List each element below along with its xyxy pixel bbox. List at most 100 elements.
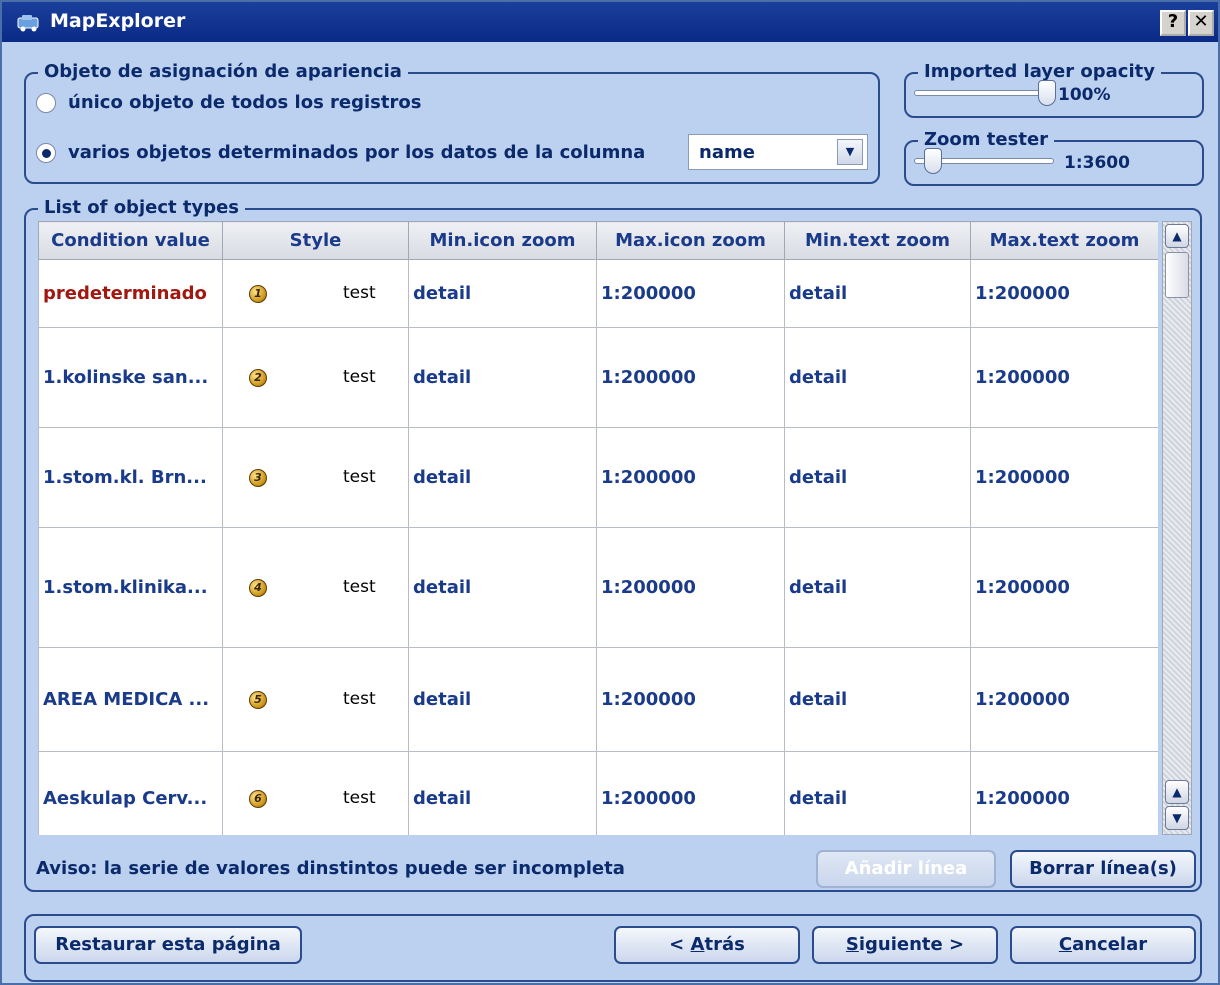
style-badge-icon: 6 [249, 789, 267, 808]
min-icon-zoom-cell[interactable]: detail [408, 527, 597, 648]
style-cell[interactable]: 3 test [222, 427, 409, 528]
table-row[interactable]: Aeskulap Cerv... 6 test detail 1:200000 detai… [38, 751, 1158, 835]
max-icon-zoom-cell[interactable]: 1:200000 [596, 527, 785, 648]
col-max-icon-zoom[interactable]: Max.icon zoom [596, 221, 785, 260]
col-style[interactable]: Style [222, 221, 409, 260]
max-text-zoom-cell[interactable]: 1:200000 [970, 647, 1158, 752]
min-text-zoom-cell[interactable]: detail [784, 427, 971, 528]
next-label-rest: iguiente > [858, 934, 965, 955]
min-icon-zoom-cell[interactable]: detail [408, 259, 597, 328]
scroll-down-icon[interactable]: ▼ [1165, 806, 1189, 830]
min-icon-zoom-cell[interactable]: detail [408, 647, 597, 752]
col-min-icon-zoom[interactable]: Min.icon zoom [408, 221, 597, 260]
max-text-zoom-cell[interactable]: 1:200000 [970, 751, 1158, 835]
zoom-tester-group: Zoom tester 1:3600 [904, 129, 1204, 186]
min-text-zoom-cell[interactable]: detail [784, 259, 971, 328]
option-single-row[interactable]: único objeto de todos los registros [36, 92, 421, 113]
table-scrollbar[interactable]: ▲ ▲ ▼ [1162, 221, 1192, 835]
min-text-zoom-cell[interactable]: detail [784, 647, 971, 752]
opacity-slider-thumb[interactable] [1038, 80, 1056, 106]
style-badge-icon: 5 [249, 690, 267, 709]
map-explorer-icon [17, 15, 39, 32]
min-icon-zoom-cell[interactable]: detail [408, 327, 597, 428]
option-multiple-row[interactable]: varios objetos determinados por los dato… [36, 142, 645, 163]
back-prefix: < [669, 934, 691, 955]
style-cell[interactable]: 5 test [222, 647, 409, 752]
opacity-value: 100% [1058, 85, 1111, 105]
zoom-slider-thumb[interactable] [923, 148, 942, 174]
max-icon-zoom-cell[interactable]: 1:200000 [596, 647, 785, 752]
min-text-zoom-cell[interactable]: detail [784, 751, 971, 835]
scroll-thumb[interactable] [1165, 252, 1189, 298]
style-name: test [343, 787, 376, 808]
appearance-group: Objeto de asignación de apariencia único… [24, 61, 880, 184]
style-cell[interactable]: 2 test [222, 327, 409, 428]
table-row[interactable]: predeterminado 1 test detail 1:200000 detail 1… [38, 259, 1158, 328]
style-badge-icon: 3 [249, 468, 267, 487]
close-button[interactable]: ✕ [1188, 10, 1214, 36]
next-hotkey: S [845, 934, 859, 955]
condition-value-cell[interactable]: AREA MEDICA ... [38, 647, 223, 752]
delete-lines-button[interactable]: Borrar línea(s) [1010, 850, 1196, 888]
condition-value-cell[interactable]: Aeskulap Cerv... [38, 751, 223, 835]
wizard-window: MapExplorer ? ✕ Objeto de asignación de … [0, 0, 1220, 985]
cancel-button[interactable]: Cancelar [1010, 926, 1196, 964]
style-cell[interactable]: 4 test [222, 527, 409, 648]
style-name: test [343, 282, 376, 303]
opacity-legend: Imported layer opacity [918, 61, 1161, 82]
table-row[interactable]: 1.stom.kl. Brn... 3 test detail 1:200000 deta… [38, 427, 1158, 528]
table-row[interactable]: AREA MEDICA ... 5 test detail 1:200000 detail… [38, 647, 1158, 752]
max-text-zoom-cell[interactable]: 1:200000 [970, 527, 1158, 648]
option-multiple-radio[interactable] [36, 142, 56, 163]
table-row[interactable]: 1.stom.klinika... 4 test detail 1:200000 deta… [38, 527, 1158, 648]
back-label-rest: trás [704, 934, 745, 955]
add-line-button[interactable]: Añadir línea [816, 850, 996, 888]
condition-value-cell[interactable]: 1.stom.kl. Brn... [38, 427, 223, 528]
min-icon-zoom-cell[interactable]: detail [408, 751, 597, 835]
back-hotkey: A [690, 934, 705, 955]
table-header: Condition value Style Min.icon zoom Max.… [38, 221, 1158, 260]
max-icon-zoom-cell[interactable]: 1:200000 [596, 751, 785, 835]
max-text-zoom-cell[interactable]: 1:200000 [970, 427, 1158, 528]
help-button[interactable]: ? [1160, 10, 1186, 36]
table-row[interactable]: 1.kolinske san... 2 test detail 1:200000 deta… [38, 327, 1158, 428]
cancel-label-rest: ancelar [1072, 934, 1148, 955]
scroll-up-small-icon[interactable]: ▲ [1165, 780, 1189, 804]
style-badge-icon: 2 [249, 368, 267, 387]
col-condition-value[interactable]: Condition value [38, 221, 223, 260]
max-icon-zoom-cell[interactable]: 1:200000 [596, 259, 785, 328]
condition-value-cell[interactable]: 1.stom.klinika... [38, 527, 223, 648]
max-icon-zoom-cell[interactable]: 1:200000 [596, 327, 785, 428]
option-single-label: único objeto de todos los registros [68, 92, 422, 113]
col-max-text-zoom[interactable]: Max.text zoom [970, 221, 1158, 260]
style-cell[interactable]: 1 test [222, 259, 409, 328]
next-button[interactable]: Siguiente > [812, 926, 998, 964]
condition-value-cell[interactable]: predeterminado [38, 259, 223, 328]
style-name: test [343, 366, 376, 387]
opacity-slider-track[interactable] [914, 90, 1046, 96]
object-types-table: Condition value Style Min.icon zoom Max.… [38, 221, 1158, 835]
title-bar[interactable]: MapExplorer ? ✕ [2, 2, 1218, 42]
condition-value-cell[interactable]: 1.kolinske san... [38, 327, 223, 428]
scroll-up-icon[interactable]: ▲ [1165, 224, 1189, 248]
style-cell[interactable]: 6 test [222, 751, 409, 835]
restore-page-button[interactable]: Restaurar esta página [34, 926, 302, 964]
column-select-value: name [699, 142, 755, 163]
chevron-down-icon[interactable]: ▼ [837, 139, 863, 165]
window-title: MapExplorer [50, 10, 186, 32]
max-text-zoom-cell[interactable]: 1:200000 [970, 259, 1158, 328]
style-name: test [343, 576, 376, 597]
column-select[interactable]: name ▼ [688, 134, 868, 170]
back-button[interactable]: < Atrás [614, 926, 800, 964]
min-text-zoom-cell[interactable]: detail [784, 527, 971, 648]
option-single-radio[interactable] [36, 92, 56, 113]
min-text-zoom-cell[interactable]: detail [784, 327, 971, 428]
min-icon-zoom-cell[interactable]: detail [408, 427, 597, 528]
style-name: test [343, 466, 376, 487]
max-icon-zoom-cell[interactable]: 1:200000 [596, 427, 785, 528]
incomplete-values-notice: Aviso: la serie de valores dinstintos pu… [36, 858, 625, 879]
max-text-zoom-cell[interactable]: 1:200000 [970, 327, 1158, 428]
col-min-text-zoom[interactable]: Min.text zoom [784, 221, 971, 260]
appearance-legend: Objeto de asignación de apariencia [38, 61, 408, 82]
object-types-legend: List of object types [38, 197, 246, 218]
